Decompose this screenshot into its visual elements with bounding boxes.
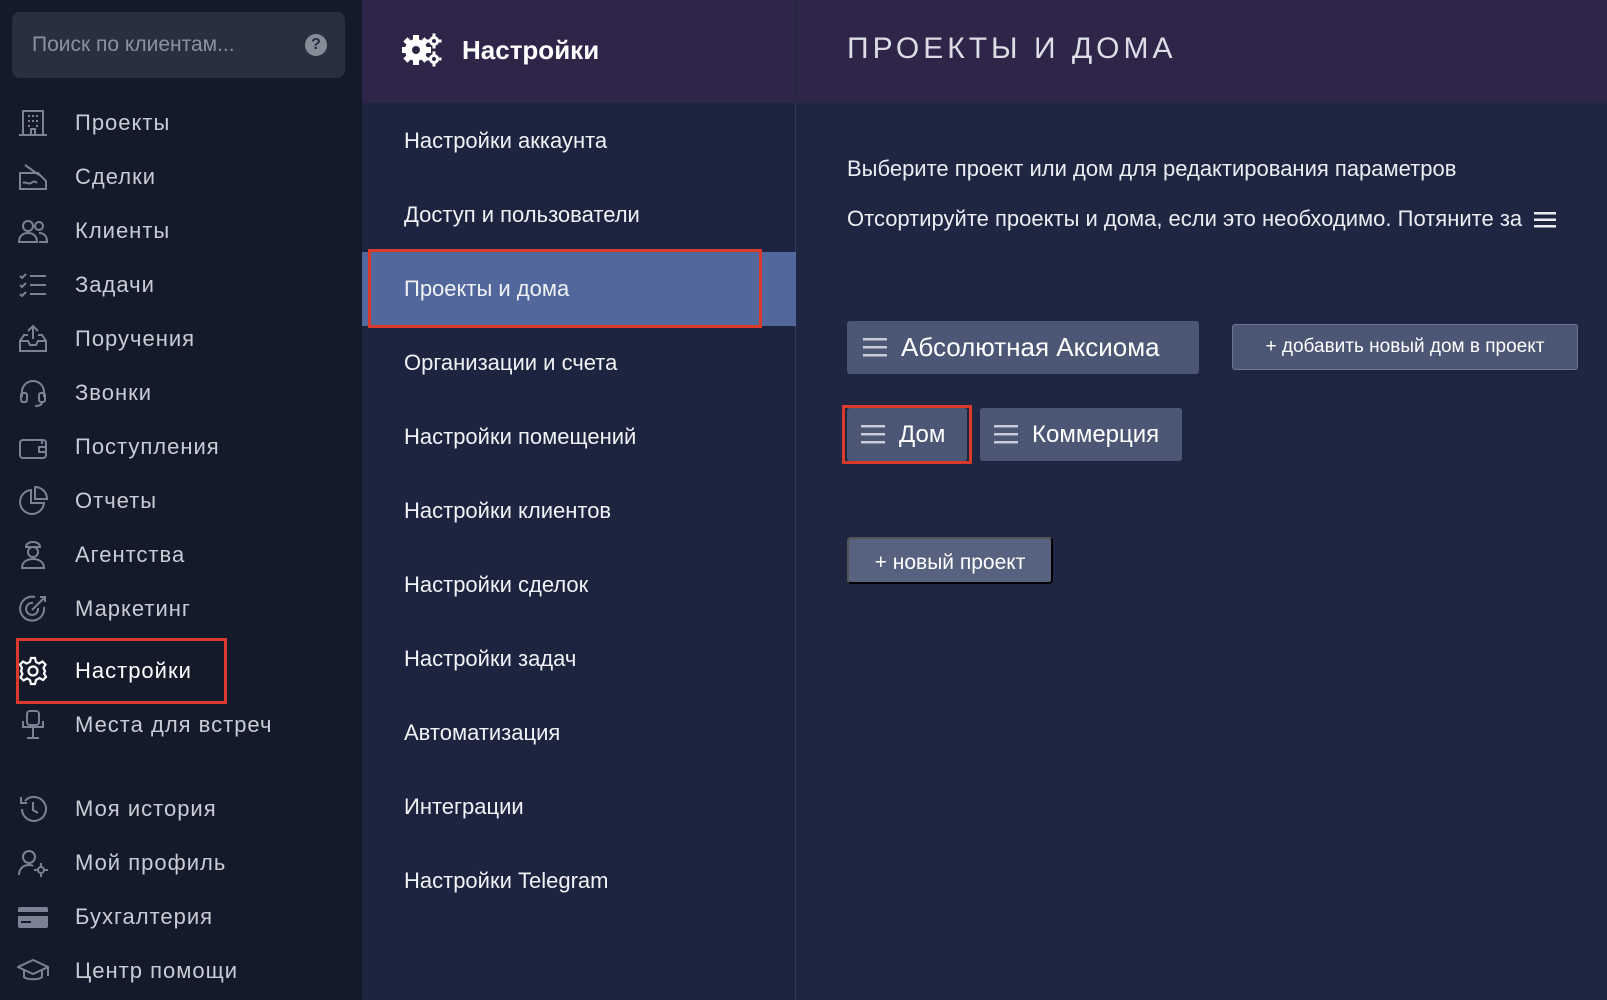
instruction-sort-text: Отсортируйте проекты и дома, если это не… [847,206,1523,231]
sidebar-item-reports[interactable]: Отчеты [0,476,362,526]
menu-item-account-settings[interactable]: Настройки аккаунта [362,104,796,178]
client-search: ? [12,12,345,78]
sidebar-item-label: Проекты [75,110,171,135]
sidebar-item-label: Поручения [75,326,196,351]
sidebar-item-deals[interactable]: Сделки [0,152,362,202]
settings-title: Настройки [462,35,600,65]
add-house-button[interactable]: + добавить новый дом в проект [1232,324,1578,370]
sidebar-item-my-profile[interactable]: Мой профиль [0,838,362,888]
wallet-icon [19,439,47,459]
sidebar-item-label: Мой профиль [75,850,227,875]
sidebar-item-label: Моя история [75,796,217,821]
agent-icon [20,540,46,569]
sidebar-item-label: Бухгалтерия [75,904,214,929]
sidebar-item-label: Центр помощи [75,958,238,983]
settings-header: Настройки [362,0,796,103]
tasks-icon [19,273,46,298]
users-icon [17,220,49,243]
house-name: Коммерция [1032,421,1160,448]
sidebar-item-label: Поступления [75,434,220,459]
tray-upload-icon [19,324,47,352]
house-chip-commerce[interactable]: Коммерция [980,408,1182,461]
sidebar-item-label: Маркетинг [75,596,191,621]
project-name: Абсолютная Аксиома [901,332,1160,362]
contract-icon [19,164,47,190]
graduation-cap-icon [17,958,49,981]
menu-item-access-users[interactable]: Доступ и пользователи [362,178,796,252]
sidebar-item-agencies[interactable]: Агентства [0,530,362,580]
sidebar-item-clients[interactable]: Клиенты [0,206,362,256]
menu-item-tasks-settings[interactable]: Настройки задач [362,622,796,696]
sidebar-item-help-center[interactable]: Центр помощи [0,946,362,996]
menu-item-automation[interactable]: Автоматизация [362,696,796,770]
sidebar-item-label: Места для встреч [75,712,273,737]
menu-item-premises-settings[interactable]: Настройки помещений [362,400,796,474]
sidebar-item-tasks[interactable]: Задачи [0,260,362,310]
sidebar-item-marketing[interactable]: Маркетинг [0,584,362,634]
menu-item-integrations[interactable]: Интеграции [362,770,796,844]
sidebar-item-projects[interactable]: Проекты [0,98,362,148]
project-chip[interactable]: Абсолютная Аксиома [847,321,1199,374]
pie-chart-icon [19,485,49,515]
menu-item-label: Настройки Telegram [404,868,609,893]
credit-card-icon [18,907,48,928]
target-icon [19,595,46,622]
menu-item-organizations[interactable]: Организации и счета [362,326,796,400]
chair-icon [22,710,44,739]
menu-item-label: Настройки задач [404,646,577,671]
sidebar-item-meeting-places[interactable]: Места для встреч [0,700,362,750]
instruction-select: Выберите проект или дом для редактирован… [847,156,1457,181]
menu-item-label: Организации и счета [404,350,618,375]
main-content: ПРОЕКТЫ И ДОМА Выберите проект или дом д… [797,0,1607,1000]
drag-handle-icon[interactable] [994,423,1018,445]
menu-item-label: Интеграции [404,794,524,819]
sidebar-item-accounting[interactable]: Бухгалтерия [0,892,362,942]
drag-handle-icon [1534,212,1557,228]
sidebar-item-assignments[interactable]: Поручения [0,314,362,364]
menu-item-label: Автоматизация [404,720,561,745]
sidebar-item-label: Звонки [75,380,153,405]
search-input[interactable] [32,12,292,78]
highlight-settings [16,638,227,704]
menu-item-clients-settings[interactable]: Настройки клиентов [362,474,796,548]
menu-item-label: Настройки клиентов [404,498,612,523]
settings-menu: Настройки Настройки аккаунта Доступ и по… [362,0,796,1000]
history-icon [20,795,47,822]
headset-icon [20,380,46,407]
sidebar-item-calls[interactable]: Звонки [0,368,362,418]
highlight-house-dom [842,405,972,464]
user-settings-icon [18,850,48,877]
instruction-sort: Отсортируйте проекты и дома, если это не… [847,206,1557,232]
sidebar-item-label: Сделки [75,164,156,189]
sidebar-item-my-history[interactable]: Моя история [0,784,362,834]
page-title: ПРОЕКТЫ И ДОМА [847,32,1177,65]
menu-item-label: Настройки аккаунта [404,128,608,153]
highlight-projects-houses [368,249,762,328]
sidebar-item-label: Задачи [75,272,155,297]
sidebar-item-payments[interactable]: Поступления [0,422,362,472]
gears-icon [402,33,442,67]
sidebar-item-label: Клиенты [75,218,171,243]
menu-item-label: Настройки помещений [404,424,637,449]
sidebar-item-label: Отчеты [75,488,158,513]
help-icon[interactable]: ? [305,34,327,56]
menu-item-label: Доступ и пользователи [404,202,640,227]
main-header: ПРОЕКТЫ И ДОМА [797,0,1607,103]
new-project-button[interactable]: + новый проект [847,537,1053,584]
menu-item-telegram-settings[interactable]: Настройки Telegram [362,844,796,918]
drag-handle-icon[interactable] [863,336,887,358]
menu-item-label: Настройки сделок [404,572,589,597]
main-sidebar: ? Проекты Сделки Клиенты Задачи Поручени… [0,0,362,1000]
sidebar-item-label: Агентства [75,542,186,567]
menu-item-deals-settings[interactable]: Настройки сделок [362,548,796,622]
building-icon [19,110,47,136]
